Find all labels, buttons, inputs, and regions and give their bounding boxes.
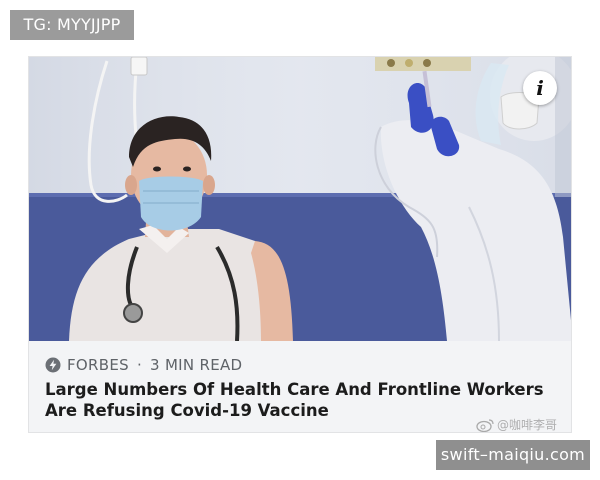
site-label: swift–maiqiu.com [436,440,590,470]
source-name: FORBES [67,356,129,374]
bolt-icon [45,357,61,373]
weibo-icon [476,418,494,432]
watermark-text: @咖啡李哥 [497,418,558,432]
meta-separator: · [136,356,143,374]
info-button[interactable]: i [523,71,557,105]
tg-label: TG: MYYJJPP [10,10,134,40]
weibo-watermark: @咖啡李哥 [476,416,557,433]
vaccination-scene-image [29,57,571,341]
article-headline[interactable]: Large Numbers Of Health Care And Frontli… [45,379,560,421]
news-card[interactable]: i FORBES · 3 MIN READ Large Numbers Of H… [28,56,572,433]
article-meta: FORBES · 3 MIN READ [45,355,242,375]
read-time: 3 MIN READ [150,356,243,374]
article-photo[interactable] [29,57,571,341]
